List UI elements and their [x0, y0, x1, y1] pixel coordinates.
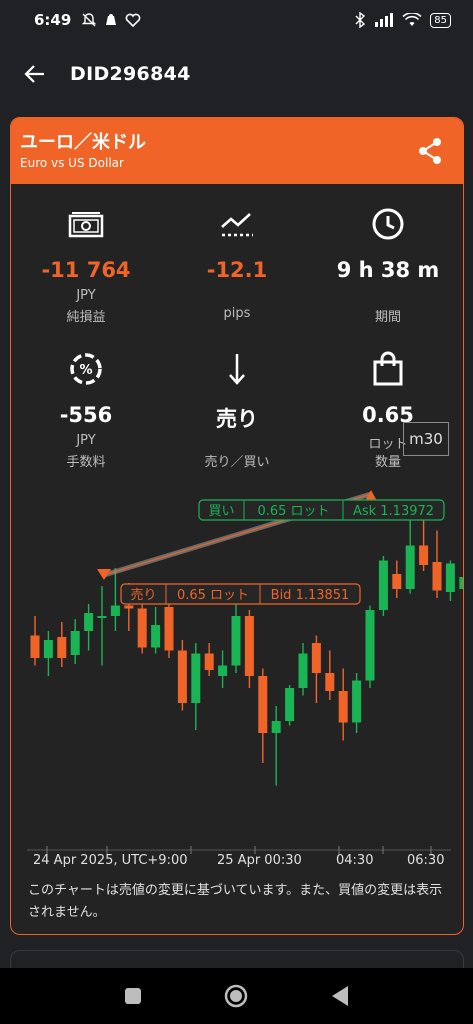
heart-icon: [125, 13, 141, 28]
arrow-down-icon: [229, 354, 245, 385]
candle-body: [177, 650, 187, 703]
x-axis-labels: 24 Apr 2025, UTC+9:00 25 Apr 00:30 04:30…: [11, 853, 463, 873]
candle-body: [84, 613, 94, 631]
stat-pips: -12.1 pips: [162, 206, 312, 321]
candle-body: [338, 691, 348, 723]
candle-body: [70, 631, 80, 655]
fee-currency: JPY: [76, 433, 96, 448]
candle-body: [325, 673, 335, 691]
candle-body: [365, 610, 375, 681]
candle-body: [204, 653, 214, 670]
fee-label: 手数料: [66, 455, 106, 470]
x-label-3: 06:30: [407, 853, 445, 868]
back-nav-icon[interactable]: [330, 985, 350, 1007]
sell-label-text: 0.65 ロット: [177, 588, 249, 603]
x-label-0: 24 Apr 2025, UTC+9:00: [33, 853, 188, 868]
candle-body: [271, 721, 281, 733]
pips-label: pips: [223, 306, 251, 321]
bag-icon: [373, 351, 403, 386]
buy-label-text: 買い: [208, 504, 234, 519]
chart-note: このチャートは売値の変更に基づいています。また、買値の変更は表示されません。: [28, 883, 443, 920]
trade-card: ユーロ／米ドル Euro vs US Dollar -11 764 JPY 純損…: [10, 117, 464, 935]
instrument-header: ユーロ／米ドル Euro vs US Dollar: [11, 118, 463, 184]
candle-body: [311, 643, 321, 673]
duration-label: 期間: [374, 310, 401, 325]
svg-text:%: %: [79, 363, 92, 378]
candle-body: [30, 635, 40, 658]
candle-body: [352, 680, 362, 723]
stat-net-pl: -11 764 JPY 純損益: [11, 206, 161, 325]
candle-body: [97, 616, 107, 618]
back-button[interactable]: [0, 44, 70, 104]
stat-fee: % -556 JPY 手数料: [11, 351, 161, 470]
notification-off-icon: [82, 13, 97, 27]
share-icon[interactable]: [417, 137, 443, 165]
candle-body: [151, 625, 161, 648]
candle-body: [231, 616, 241, 666]
instrument-name: ユーロ／米ドル: [20, 132, 146, 153]
duration-value: 9 h 38 m: [336, 258, 440, 282]
side-unit: [162, 433, 312, 449]
buy-label-text: Ask 1.13972: [353, 504, 434, 519]
bluetooth-icon: [355, 12, 366, 28]
instrument-description: Euro vs US Dollar: [20, 156, 124, 170]
candle-body: [419, 545, 429, 565]
duration-unit: [313, 288, 463, 304]
status-bar: 6:49 85: [0, 0, 473, 40]
candle-body: [57, 637, 67, 658]
app-bar: DID296844: [0, 44, 473, 104]
navigation-bar: [0, 968, 473, 1024]
clock-icon: [372, 208, 404, 240]
page-title: DID296844: [70, 63, 191, 85]
trend-icon: [221, 213, 253, 237]
stat-duration: 9 h 38 m 期間: [313, 206, 463, 325]
candle-body: [298, 653, 308, 688]
net-pl-value: -11 764: [41, 258, 131, 282]
candle-body: [43, 640, 53, 658]
battery-icon: 85: [430, 12, 451, 28]
fee-value: -556: [59, 403, 113, 427]
side-label: 売り／買い: [204, 455, 270, 470]
candle-body: [258, 676, 268, 733]
sell-label-text: Bid 1.13851: [271, 588, 350, 603]
status-time: 6:49: [34, 11, 72, 29]
candle-body: [392, 574, 402, 589]
candle-body: [218, 665, 228, 676]
stat-side: 売り 売り／買い: [162, 351, 312, 470]
candle-body: [110, 605, 120, 616]
candle-body: [137, 608, 147, 648]
candle-body: [459, 577, 463, 589]
side-value: 売り: [216, 407, 258, 431]
arrow-left-icon[interactable]: [24, 64, 46, 84]
candle-body: [405, 545, 415, 589]
candle-body: [445, 563, 455, 592]
price-chart[interactable]: 買い 0.65 ロット Ask 1.13972 売り 0.65 ロット Bid 1.138…: [11, 488, 464, 868]
money-icon: [68, 212, 104, 238]
recents-icon[interactable]: [124, 987, 142, 1005]
candle-body: [191, 653, 201, 703]
x-label-1: 25 Apr 00:30: [217, 853, 302, 868]
candle-body: [378, 560, 388, 610]
x-label-2: 04:30: [336, 853, 374, 868]
net-pl-label: 純損益: [66, 310, 106, 325]
net-pl-currency: JPY: [76, 288, 96, 303]
percent-icon: %: [70, 353, 102, 385]
sell-label-text: 売り: [130, 587, 156, 603]
pips-unit: [162, 288, 312, 304]
candle-body: [164, 607, 174, 651]
pips-value: -12.1: [206, 258, 268, 282]
candle-body: [124, 605, 134, 609]
candle-body: [432, 562, 442, 591]
home-icon[interactable]: [224, 984, 248, 1008]
candle-body: [285, 688, 295, 721]
buy-label-text: 0.65 ロット: [257, 504, 329, 519]
timeframe-button[interactable]: m30: [403, 422, 449, 456]
wifi-icon: [402, 13, 422, 26]
signal-icon: [375, 13, 394, 27]
app-notification-icon: [106, 14, 117, 25]
candle-body: [244, 616, 254, 676]
